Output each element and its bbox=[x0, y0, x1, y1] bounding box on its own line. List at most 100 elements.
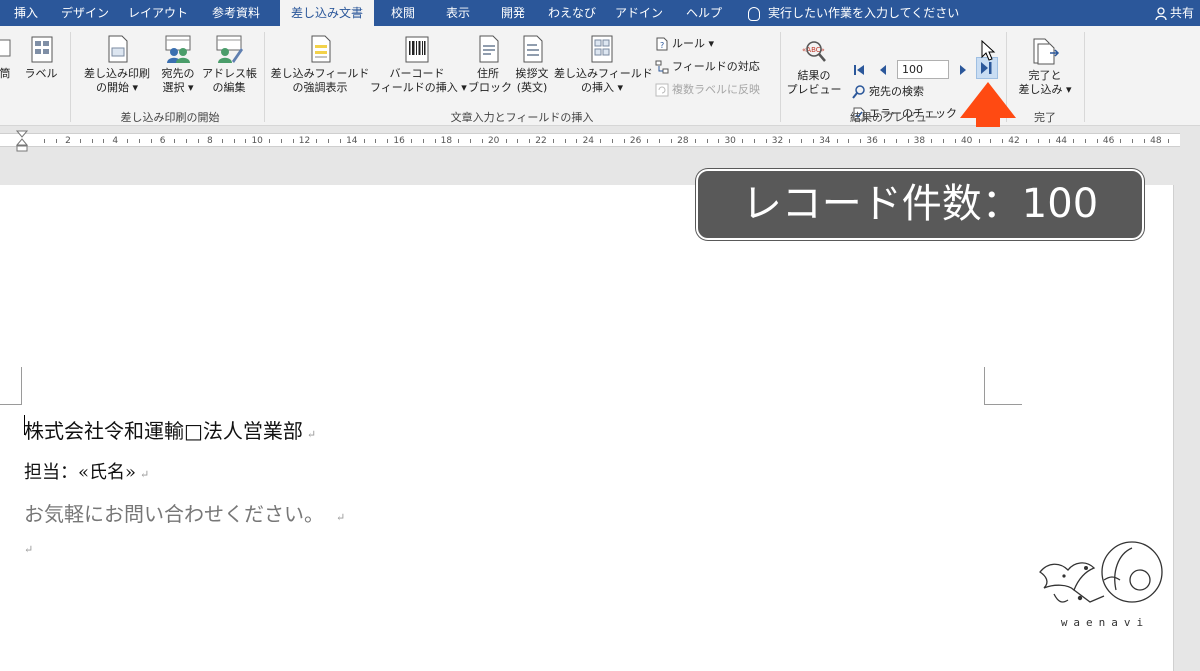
ruler-tick bbox=[801, 139, 803, 143]
company-text: 株式会社令和運輸□法人営業部 bbox=[24, 419, 303, 443]
share-button[interactable]: 共有 bbox=[1155, 0, 1194, 26]
match-fields-button[interactable]: フィールドの対応 bbox=[655, 59, 760, 75]
ruler-number: 24 bbox=[582, 136, 595, 146]
group-separator bbox=[264, 32, 265, 122]
tab-insert[interactable]: 挿入 bbox=[0, 0, 52, 26]
preview-results-line1: 結果の bbox=[797, 69, 831, 82]
greeting-line-button[interactable]: 挨拶文 (英文) bbox=[510, 34, 554, 95]
document-line-3[interactable]: お気軽にお問い合わせください。 ↵ bbox=[24, 498, 345, 527]
address-block-button[interactable]: 住所 ブロック bbox=[468, 34, 512, 95]
find-recipient-control[interactable]: 宛先の検索 bbox=[852, 84, 924, 100]
start-mail-merge-line1: 差し込み印刷 bbox=[84, 67, 150, 80]
highlight-fields-line1: 差し込みフィールド bbox=[270, 67, 370, 80]
tab-layout[interactable]: レイアウト bbox=[120, 0, 196, 26]
tab-view[interactable]: 表示 bbox=[432, 0, 484, 26]
tab-help[interactable]: ヘルプ bbox=[676, 0, 732, 26]
insert-merge-field-button[interactable]: 差し込みフィールド の挿入 ▾ bbox=[554, 34, 653, 95]
envelope-icon bbox=[0, 39, 11, 57]
margin-corner-right bbox=[984, 367, 1022, 405]
labels-button[interactable]: ラベル bbox=[20, 34, 62, 81]
ruler-tick bbox=[611, 139, 613, 143]
ruler-tick bbox=[387, 139, 389, 143]
document-page[interactable]: 株式会社令和運輸□法人営業部 ↵ 担当：«氏名» ↵ お気軽にお問い合わせください。… bbox=[0, 185, 1174, 671]
find-recipient-label: 宛先の検索 bbox=[869, 85, 924, 98]
tab-waenavi[interactable]: わえなび bbox=[542, 0, 602, 26]
tell-me-box[interactable]: 実行したい作業を入力してください bbox=[748, 0, 959, 26]
highlight-merge-fields-button[interactable]: 差し込みフィールド の強調表示 bbox=[268, 34, 372, 95]
mouse-pointer-icon bbox=[981, 40, 996, 61]
ruler-number: 44 bbox=[1055, 136, 1068, 146]
insert-field-icon bbox=[591, 35, 613, 63]
envelopes-label: 筒 bbox=[0, 67, 11, 80]
address-block-line1: 住所 bbox=[477, 67, 499, 80]
record-count-callout: レコード件数：100 bbox=[696, 169, 1144, 240]
ruler-tick bbox=[1084, 139, 1086, 143]
next-record-icon[interactable] bbox=[956, 62, 970, 78]
ruler-number: 16 bbox=[393, 136, 405, 146]
start-mail-merge-button[interactable]: 差し込み印刷 の開始 ▾ bbox=[80, 34, 154, 95]
ruler-tick bbox=[138, 139, 140, 143]
update-labels-label: 複数ラベルに反映 bbox=[672, 83, 760, 96]
labels-icon bbox=[31, 36, 53, 63]
address-block-icon bbox=[479, 35, 499, 63]
word-window: { "tabs": { "insert": "挿入", "design": "デ… bbox=[0, 0, 1200, 671]
ruler-tick bbox=[659, 139, 661, 143]
ruler-tick bbox=[221, 139, 223, 143]
ruler-tick bbox=[375, 139, 377, 143]
tab-review[interactable]: 校閲 bbox=[378, 0, 428, 26]
ruler-number: 4 bbox=[112, 136, 119, 146]
ruler-number: 20 bbox=[487, 136, 500, 146]
barcode-field-button[interactable]: バーコード フィールドの挿入 ▾ bbox=[370, 34, 467, 95]
rules-label: ルール ▾ bbox=[672, 37, 715, 50]
ruler-tick bbox=[647, 139, 649, 143]
barcode-line1: バーコード bbox=[389, 67, 445, 80]
finish-merge-button[interactable]: 完了と 差し込み ▾ bbox=[1012, 36, 1078, 97]
previous-record-icon[interactable] bbox=[876, 62, 890, 78]
greeting-line-icon bbox=[523, 35, 543, 63]
horizontal-ruler[interactable]: 2 4 6 8 10 12 14 16 18 20 22 24 26 28 30 32 34 36 38 40 42 44… bbox=[0, 127, 1200, 153]
finish-merge-line2: 差し込み ▾ bbox=[1018, 83, 1072, 96]
update-labels-button[interactable]: 複数ラベルに反映 bbox=[655, 82, 760, 98]
share-label: 共有 bbox=[1169, 6, 1194, 20]
inquiry-text: お気軽にお問い合わせください。 bbox=[24, 502, 324, 526]
document-line-1[interactable]: 株式会社令和運輸□法人営業部 ↵ bbox=[24, 415, 316, 444]
select-recipients-line1: 宛先の bbox=[161, 67, 195, 80]
first-record-icon[interactable] bbox=[852, 62, 866, 78]
preview-results-button[interactable]: «ABC» 結果の プレビュー bbox=[786, 38, 842, 97]
highlight-fields-line2: の強調表示 bbox=[292, 81, 348, 94]
envelopes-button[interactable]: 筒 bbox=[0, 34, 12, 81]
ruler-tick bbox=[789, 139, 791, 143]
tell-me-text: 実行したい作業を入力してください bbox=[768, 6, 960, 20]
recipients-icon bbox=[165, 35, 191, 63]
tab-design[interactable]: デザイン bbox=[54, 0, 116, 26]
paragraph-mark: ↵ bbox=[336, 511, 346, 524]
edit-recipient-list-line2: の編集 bbox=[212, 81, 246, 94]
ruler-number: 26 bbox=[629, 136, 642, 146]
indent-marker-icon[interactable] bbox=[16, 130, 28, 152]
edit-recipient-list-button[interactable]: アドレス帳 の編集 bbox=[202, 34, 257, 95]
tab-addins[interactable]: アドイン bbox=[608, 0, 670, 26]
rules-button[interactable]: ? ルール ▾ bbox=[655, 36, 714, 52]
ruler-tick bbox=[103, 139, 105, 143]
group-separator bbox=[780, 32, 781, 122]
ruler-tick bbox=[860, 139, 862, 143]
tab-mailings[interactable]: 差し込み文書 bbox=[280, 0, 374, 26]
select-recipients-button[interactable]: 宛先の 選択 ▾ bbox=[156, 34, 200, 95]
barcode-line2: フィールドの挿入 ▾ bbox=[370, 81, 467, 94]
insert-merge-field-line2: の挿入 ▾ bbox=[580, 81, 624, 94]
document-line-2[interactable]: 担当：«氏名» ↵ bbox=[24, 458, 149, 484]
ruler-tick bbox=[422, 139, 424, 143]
ruler-number: 34 bbox=[819, 136, 831, 146]
document-line-4[interactable]: ↵ bbox=[24, 543, 33, 556]
tab-references[interactable]: 参考資料 bbox=[200, 0, 272, 26]
ruler-tick bbox=[600, 139, 602, 143]
ruler-number: 42 bbox=[1008, 136, 1020, 146]
ruler-tick bbox=[174, 139, 176, 143]
ruler-number: 2 bbox=[65, 136, 71, 146]
tab-developer[interactable]: 開発 bbox=[488, 0, 538, 26]
ruler-tick bbox=[363, 139, 365, 143]
ruler-tick bbox=[91, 139, 93, 143]
ruler-tick bbox=[564, 139, 566, 143]
record-number-input[interactable]: 100 bbox=[897, 60, 949, 79]
ruler-tick bbox=[1132, 139, 1134, 143]
